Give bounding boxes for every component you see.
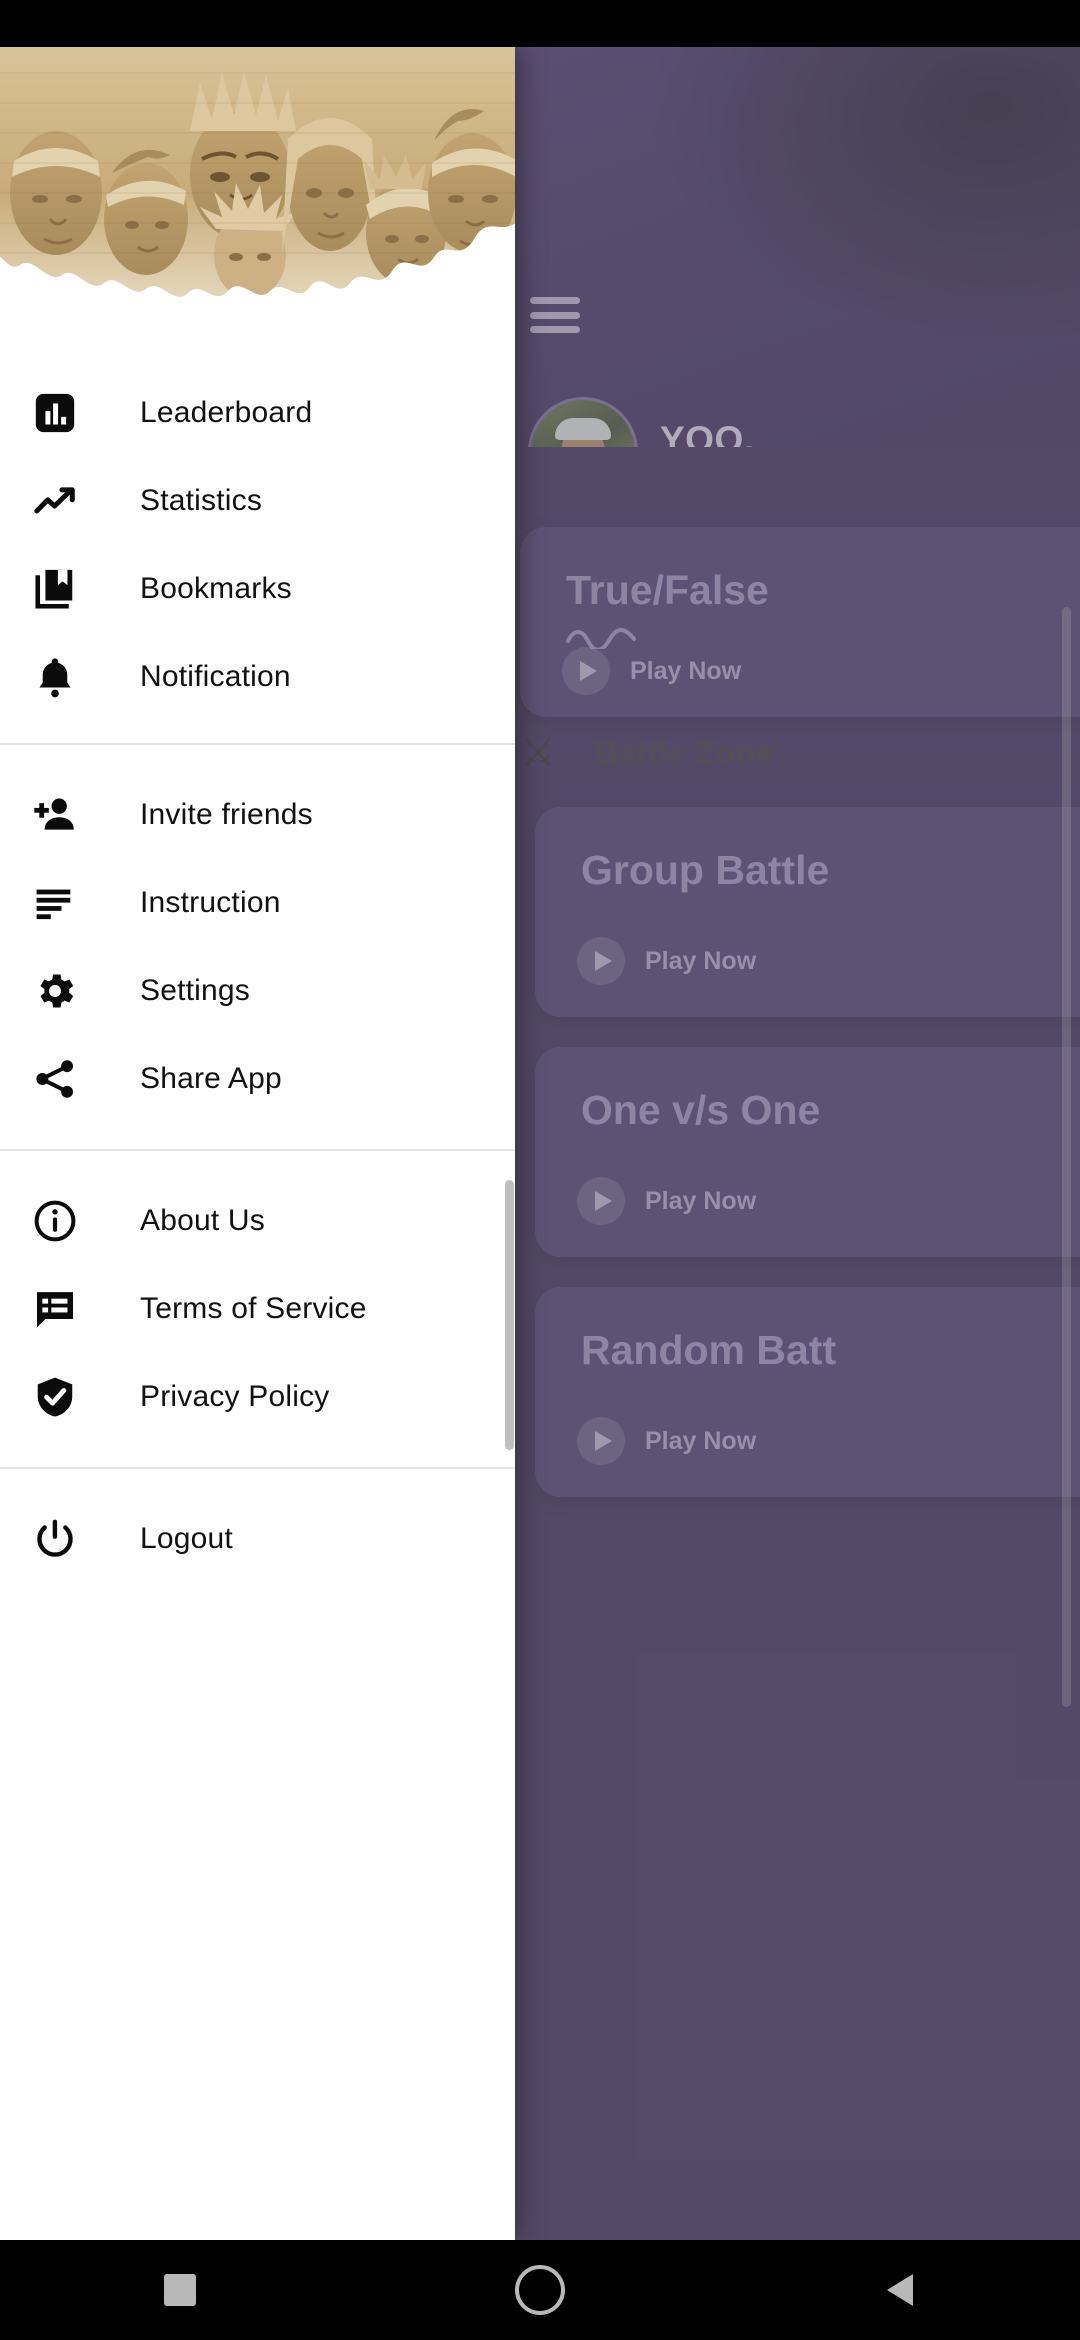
sidebar-item-label: Share App (140, 1062, 282, 1095)
sidebar-item-leaderboard[interactable]: Leaderboard (0, 369, 515, 457)
speech-list-icon (26, 1280, 84, 1338)
status-bar (0, 0, 1080, 47)
leaderboard-icon (26, 384, 84, 442)
sidebar-item-privacy-policy[interactable]: Privacy Policy (0, 1353, 515, 1441)
sidebar-item-statistics[interactable]: Statistics (0, 457, 515, 545)
sidebar-item-label: Instruction (140, 886, 281, 919)
sidebar-item-label: Settings (140, 974, 250, 1007)
sidebar-item-notification[interactable]: Notification (0, 633, 515, 721)
sidebar-item-about-us[interactable]: About Us (0, 1177, 515, 1265)
phone-screen: YOO, ⚜ 12 True/False Play Now ⚔ Battle Z… (0, 0, 1080, 2340)
drawer-group-session: Logout (0, 1469, 515, 1583)
drawer-group-legal: About Us Terms of Service Privacy Policy (0, 1151, 515, 1469)
drawer-scrollbar[interactable] (505, 1180, 514, 1450)
info-circle-icon (26, 1192, 84, 1250)
sidebar-item-label: About Us (140, 1204, 265, 1237)
navigation-drawer: Leaderboard Statistics Bookmarks Notific… (0, 47, 515, 2240)
sidebar-item-label: Privacy Policy (140, 1380, 330, 1413)
share-icon (26, 1050, 84, 1108)
shield-check-icon (26, 1368, 84, 1426)
person-add-icon (26, 786, 84, 844)
sidebar-item-invite-friends[interactable]: Invite friends (0, 771, 515, 859)
sidebar-item-label: Logout (140, 1522, 233, 1555)
sidebar-item-terms-of-service[interactable]: Terms of Service (0, 1265, 515, 1353)
drawer-header (0, 47, 515, 347)
sidebar-item-logout[interactable]: Logout (0, 1495, 515, 1583)
power-icon (26, 1510, 84, 1568)
sidebar-item-label: Invite friends (140, 798, 313, 831)
sidebar-item-settings[interactable]: Settings (0, 947, 515, 1035)
recents-square-icon[interactable] (120, 2240, 240, 2340)
sidebar-item-share-app[interactable]: Share App (0, 1035, 515, 1123)
list-lines-icon (26, 874, 84, 932)
sidebar-item-label: Terms of Service (140, 1292, 367, 1325)
sidebar-item-instruction[interactable]: Instruction (0, 859, 515, 947)
android-navigation-bar (0, 2240, 1080, 2340)
hokage-monument-carving-image (0, 47, 515, 297)
statistics-icon (26, 472, 84, 530)
drawer-group-social: Invite friends Instruction Settings Shar… (0, 745, 515, 1151)
drawer-group-main: Leaderboard Statistics Bookmarks Notific… (0, 347, 515, 745)
sidebar-item-label: Notification (140, 660, 291, 693)
home-circle-icon[interactable] (480, 2240, 600, 2340)
gear-icon (26, 962, 84, 1020)
sidebar-item-bookmarks[interactable]: Bookmarks (0, 545, 515, 633)
notification-bell-icon (26, 648, 84, 706)
sidebar-item-label: Leaderboard (140, 396, 313, 429)
bookmarks-icon (26, 560, 84, 618)
sidebar-item-label: Statistics (140, 484, 263, 517)
back-triangle-icon[interactable] (840, 2240, 960, 2340)
sidebar-item-label: Bookmarks (140, 572, 292, 605)
